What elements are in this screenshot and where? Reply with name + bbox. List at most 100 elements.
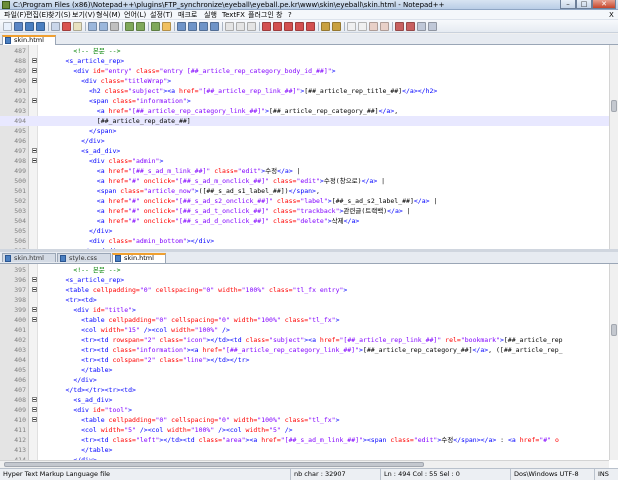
code-text[interactable]: <a href="#" onclick="[##_s_ad_m_onclick_… — [42, 176, 385, 186]
code-text[interactable]: <a href="#" onclick="[##_s_ad_t_onclick_… — [42, 206, 411, 216]
zoom-in-icon[interactable] — [177, 22, 186, 31]
menu-item[interactable]: 창 — [276, 10, 282, 20]
copy-icon[interactable] — [99, 22, 108, 31]
bottom-horizontal-scrollbar[interactable] — [0, 460, 609, 468]
code-line[interactable]: 493 <a href="[##_article_rep_category_li… — [0, 106, 618, 116]
code-line[interactable]: 495 </span> — [0, 126, 618, 136]
menu-item[interactable]: 언어(L) — [124, 10, 146, 20]
code-line[interactable]: 488 <s_article_rep> — [0, 56, 618, 66]
menu-item[interactable]: ? — [288, 10, 292, 20]
code-line[interactable]: 503 <a href="#" onclick="[##_s_ad_t_oncl… — [0, 206, 618, 216]
fold-toggle-icon[interactable] — [32, 158, 37, 163]
plugin-icon[interactable] — [321, 22, 330, 31]
code-text[interactable]: <s_ad_div> — [42, 146, 120, 156]
code-line[interactable]: 496 </div> — [0, 136, 618, 146]
bottom-vertical-scroll-thumb[interactable] — [611, 324, 617, 336]
code-line[interactable]: 413 </table> — [0, 445, 618, 455]
menu-item[interactable]: 파일(F) — [4, 10, 26, 20]
code-line[interactable]: 500 <a href="#" onclick="[##_s_ad_m_oncl… — [0, 176, 618, 186]
code-line[interactable]: 501 <span class="article_now">([##_s_ad_… — [0, 186, 618, 196]
code-text[interactable]: <tr><td class="information"><a href="[##… — [42, 345, 562, 355]
code-line[interactable]: 400 <table cellpadding="0" cellspacing="… — [0, 315, 618, 325]
code-line[interactable]: 395 <!-- 본문 --> — [0, 265, 618, 275]
close-button[interactable]: ✕ — [592, 0, 616, 9]
code-line[interactable]: 406 </div> — [0, 375, 618, 385]
maximize-button[interactable]: □ — [576, 0, 592, 9]
code-line[interactable]: 489 <div id="entry" class="entry [##_art… — [0, 66, 618, 76]
macro-save-icon[interactable] — [306, 22, 315, 31]
code-text[interactable]: <span class="information"> — [42, 96, 191, 106]
code-line[interactable]: 506 <div class="admin_bottom"></div> — [0, 236, 618, 246]
code-line[interactable]: 408 <s_ad_div> — [0, 395, 618, 405]
code-line[interactable]: 399 <div id="title"> — [0, 305, 618, 315]
top-vertical-scrollbar[interactable] — [609, 45, 618, 249]
ftp-icon[interactable] — [369, 22, 378, 31]
code-line[interactable]: 407 </td></tr><tr><td> — [0, 385, 618, 395]
code-text[interactable]: </table> — [42, 445, 112, 455]
code-text[interactable]: [##_article_rep_date_##] — [42, 116, 191, 126]
macro-stop-icon[interactable] — [273, 22, 282, 31]
show-all-chars-icon[interactable] — [236, 22, 245, 31]
fold-toggle-icon[interactable] — [32, 98, 37, 103]
close-document-button[interactable]: X — [609, 10, 614, 20]
sync-horizontal-icon[interactable] — [210, 22, 219, 31]
code-text[interactable]: <!-- 본문 --> — [42, 265, 120, 275]
code-line[interactable]: 502 <a href="#" onclick="[##_s_ad_s2_onc… — [0, 196, 618, 206]
menu-item[interactable]: 보기(V) — [72, 10, 95, 20]
code-text[interactable]: <tr><td rowspan="2" class="icon"></td><t… — [42, 335, 562, 345]
code-text[interactable]: <a href="#" onclick="[##_s_ad_d_onclick_… — [42, 216, 360, 226]
find-icon[interactable] — [151, 22, 160, 31]
top-vertical-scroll-thumb[interactable] — [611, 100, 617, 112]
code-text[interactable]: <h2 class="subject"><a href="[##_article… — [42, 86, 437, 96]
code-line[interactable]: 411 <col width="5" /><col width="100%" /… — [0, 425, 618, 435]
stop-icon[interactable] — [395, 22, 404, 31]
menu-item[interactable]: 실행 — [204, 10, 217, 20]
code-text[interactable]: <table cellpadding="0" cellspacing="0" w… — [42, 415, 339, 425]
menu-item[interactable]: TextFX — [222, 10, 245, 20]
code-text[interactable]: <div id="tool"> — [42, 405, 132, 415]
code-text[interactable]: </span> — [42, 126, 116, 136]
code-text[interactable]: <a href="#" onclick="[##_s_ad_s2_onclick… — [42, 196, 438, 206]
settings-icon[interactable] — [417, 22, 426, 31]
code-text[interactable]: <tr><td colspan="2" class="line"></td></… — [42, 355, 249, 365]
code-line[interactable]: 412 <tr><td class="left"></td><td class=… — [0, 435, 618, 445]
code-line[interactable]: 396 <s_article_rep> — [0, 275, 618, 285]
code-text[interactable]: <span class="article_now">([##_s_ad_s1_l… — [42, 186, 320, 196]
menu-item[interactable]: 설정(T) — [150, 10, 173, 20]
fold-toggle-icon[interactable] — [32, 287, 37, 292]
code-text[interactable]: <s_article_rep> — [42, 56, 124, 66]
bottom-horizontal-scroll-thumb[interactable] — [4, 462, 424, 467]
code-line[interactable]: 505 </div> — [0, 226, 618, 236]
word-wrap-icon[interactable] — [225, 22, 234, 31]
code-text[interactable]: <col width="15" /><col width="100%" /> — [42, 325, 230, 335]
fold-toggle-icon[interactable] — [32, 307, 37, 312]
menu-item[interactable]: 찾기(S) — [48, 10, 71, 20]
code-line[interactable]: 504 <a href="#" onclick="[##_s_ad_d_oncl… — [0, 216, 618, 226]
fold-toggle-icon[interactable] — [32, 317, 37, 322]
fold-toggle-icon[interactable] — [32, 78, 37, 83]
code-line[interactable]: 498 <div class="admin"> — [0, 156, 618, 166]
indent-guide-icon[interactable] — [247, 22, 256, 31]
code-text[interactable]: <s_article_rep> — [42, 275, 124, 285]
code-line[interactable]: 405 </table> — [0, 365, 618, 375]
code-text[interactable]: <col width="5" /><col width="100%" /><co… — [42, 425, 292, 435]
fold-toggle-icon[interactable] — [32, 58, 37, 63]
cut-icon[interactable] — [88, 22, 97, 31]
code-text[interactable]: <tr><td class="left"></td><td class="are… — [42, 435, 559, 445]
code-line[interactable]: 499 <a href="[##_s_ad_m_link_##]" class=… — [0, 166, 618, 176]
code-text[interactable]: <div class="titleWrap"> — [42, 76, 171, 86]
ftp-icon[interactable] — [347, 22, 356, 31]
code-line[interactable]: 398 <tr><td> — [0, 295, 618, 305]
file-tab[interactable]: skin.html — [2, 35, 56, 45]
code-line[interactable]: 403 <tr><td class="information"><a href=… — [0, 345, 618, 355]
stop-icon[interactable] — [406, 22, 415, 31]
fold-toggle-icon[interactable] — [32, 397, 37, 402]
code-line[interactable]: 487 <!-- 본문 --> — [0, 46, 618, 56]
code-line[interactable]: 491 <h2 class="subject"><a href="[##_art… — [0, 86, 618, 96]
open-file-icon[interactable] — [14, 22, 23, 31]
code-text[interactable]: </div> — [42, 375, 96, 385]
ftp-icon[interactable] — [380, 22, 389, 31]
code-text[interactable]: <div id="entry" class="entry [##_article… — [42, 66, 335, 76]
macro-play-icon[interactable] — [284, 22, 293, 31]
fold-toggle-icon[interactable] — [32, 407, 37, 412]
